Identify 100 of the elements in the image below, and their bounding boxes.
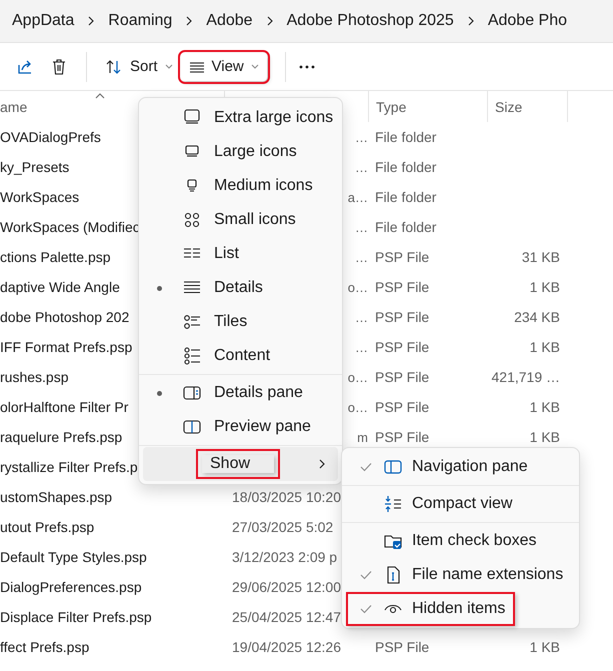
menu-item[interactable]: Item check boxes [346, 524, 546, 558]
sort-arrows-icon [105, 58, 123, 74]
menu-item[interactable]: Navigation pane [346, 450, 538, 484]
compress-icon [384, 495, 402, 513]
trash-icon [51, 58, 67, 76]
date-modified: … [355, 220, 368, 234]
file-name: IFF Format Prefs.psp [0, 339, 132, 355]
date-modified: 19/04/2025 12:26 [232, 639, 341, 655]
checkmark-icon [360, 604, 372, 614]
file-size: 421,719 … [492, 369, 560, 385]
file-name: rystallize Filter Prefs.p [0, 459, 138, 475]
grid-icon [183, 211, 201, 229]
file-size: 1 KB [530, 399, 560, 415]
more-icon [298, 64, 316, 68]
menu-item[interactable]: File name extensions [346, 558, 574, 592]
date-modified: 25/04/2025 12:47 [232, 609, 341, 625]
file-name: Displace Filter Prefs.psp [0, 609, 152, 625]
chevron-icon [87, 15, 96, 27]
view-button[interactable]: View [180, 52, 267, 80]
date-modified: … [355, 310, 368, 324]
menu-item[interactable]: Extra large icons [143, 101, 338, 135]
breadcrumb-item[interactable]: Adobe [206, 12, 253, 30]
date-modified: … [355, 130, 368, 144]
file-type: PSP File [375, 309, 430, 325]
file-size: 1 KB [530, 339, 560, 355]
menu-item[interactable]: Compact view [346, 487, 522, 521]
menu-item[interactable]: Content [143, 339, 338, 373]
pane-icon [384, 458, 402, 476]
breadcrumb-item[interactable]: Roaming [108, 12, 172, 30]
chevron-down-icon [164, 64, 173, 70]
checkmark-icon [360, 570, 372, 580]
date-modified: 18/03/2025 10:20 [232, 489, 341, 505]
date-modified: o… [348, 280, 368, 294]
date-modified: 29/06/2025 12:00 [232, 579, 341, 595]
date-modified: m [357, 430, 368, 444]
chevron-icon [466, 15, 475, 27]
file-name: dobe Photoshop 202 [0, 309, 130, 325]
tiles-icon [183, 313, 201, 331]
date-modified: 3/12/2023 2:09 p [232, 549, 338, 565]
breadcrumb-item[interactable]: AppData [12, 12, 74, 30]
date-modified: o… [348, 400, 368, 414]
date-modified: a… [348, 190, 368, 204]
file-type: File folder [375, 189, 436, 205]
menu-item[interactable]: Details [143, 271, 338, 305]
file-type: File folder [375, 219, 436, 235]
checkmark-icon [360, 462, 372, 472]
file-size: 1 KB [530, 429, 560, 445]
menu-item[interactable]: Details pane [143, 376, 338, 410]
file-name: raquelure Prefs.psp [0, 429, 122, 445]
menu-item[interactable]: Preview pane [143, 410, 338, 444]
file-name: rushes.psp [0, 369, 68, 385]
date-modified: … [355, 250, 368, 264]
file-size: 1 KB [530, 639, 560, 655]
file-type: PSP File [375, 429, 430, 445]
menu-item[interactable]: Medium icons [143, 169, 338, 203]
file-name: WorkSpaces (Modifiec [0, 219, 140, 235]
menu-item[interactable]: Show [143, 447, 338, 481]
file-type: File folder [375, 129, 436, 145]
file-size: 234 KB [514, 309, 560, 325]
file-name: ustomShapes.psp [0, 489, 112, 505]
file-type: PSP File [375, 249, 430, 265]
file-name: utout Prefs.psp [0, 519, 94, 535]
file-name: Default Type Styles.psp [0, 549, 147, 565]
file-type: PSP File [375, 279, 430, 295]
bulleted-list-icon [183, 347, 201, 365]
menu-item[interactable]: Hidden items [346, 592, 516, 626]
lines-icon [188, 60, 205, 72]
menu-item[interactable]: Large icons [143, 135, 338, 169]
date-modified: … [355, 160, 368, 174]
file-name: olorHalftone Filter Pr [0, 399, 128, 415]
chevron-icon [266, 15, 274, 27]
pane-icon [183, 418, 201, 436]
chevron-down-icon [250, 64, 259, 70]
file-type: File folder [375, 159, 436, 175]
file-name: ffect Prefs.psp [0, 639, 90, 655]
file-name: DialogPreferences.psp [0, 579, 142, 595]
sort-button[interactable]: Sort [97, 52, 181, 80]
date-modified: 27/03/2025 5:02 [232, 519, 334, 535]
file-type: PSP File [375, 339, 430, 355]
file-size: 31 KB [522, 249, 560, 265]
column-header[interactable]: Type [376, 98, 487, 114]
file-size: 1 KB [530, 279, 560, 295]
file-name: OVADialogPrefs [0, 129, 101, 145]
menu-item[interactable]: Tiles [143, 305, 338, 339]
column-header[interactable]: Size [495, 98, 567, 114]
file-name: WorkSpaces [0, 189, 80, 205]
file-name: ky_Presets [0, 159, 70, 175]
share-icon [16, 58, 34, 76]
date-modified: o… [348, 370, 368, 384]
file-type: PSP File [375, 639, 430, 655]
menu-item[interactable]: Small icons [143, 203, 338, 237]
date-modified: … [355, 340, 368, 354]
breadcrumb-item[interactable]: Adobe Pho [488, 12, 568, 30]
chevron-icon [185, 15, 194, 27]
file-name: daptive Wide Angle [0, 279, 120, 295]
file-type: PSP File [375, 369, 430, 385]
file-type: PSP File [375, 399, 430, 415]
menu-item[interactable]: List [143, 237, 338, 271]
breadcrumb-item[interactable]: Adobe Photoshop 2025 [286, 12, 454, 30]
file-name: ctions Palette.psp [0, 249, 111, 265]
